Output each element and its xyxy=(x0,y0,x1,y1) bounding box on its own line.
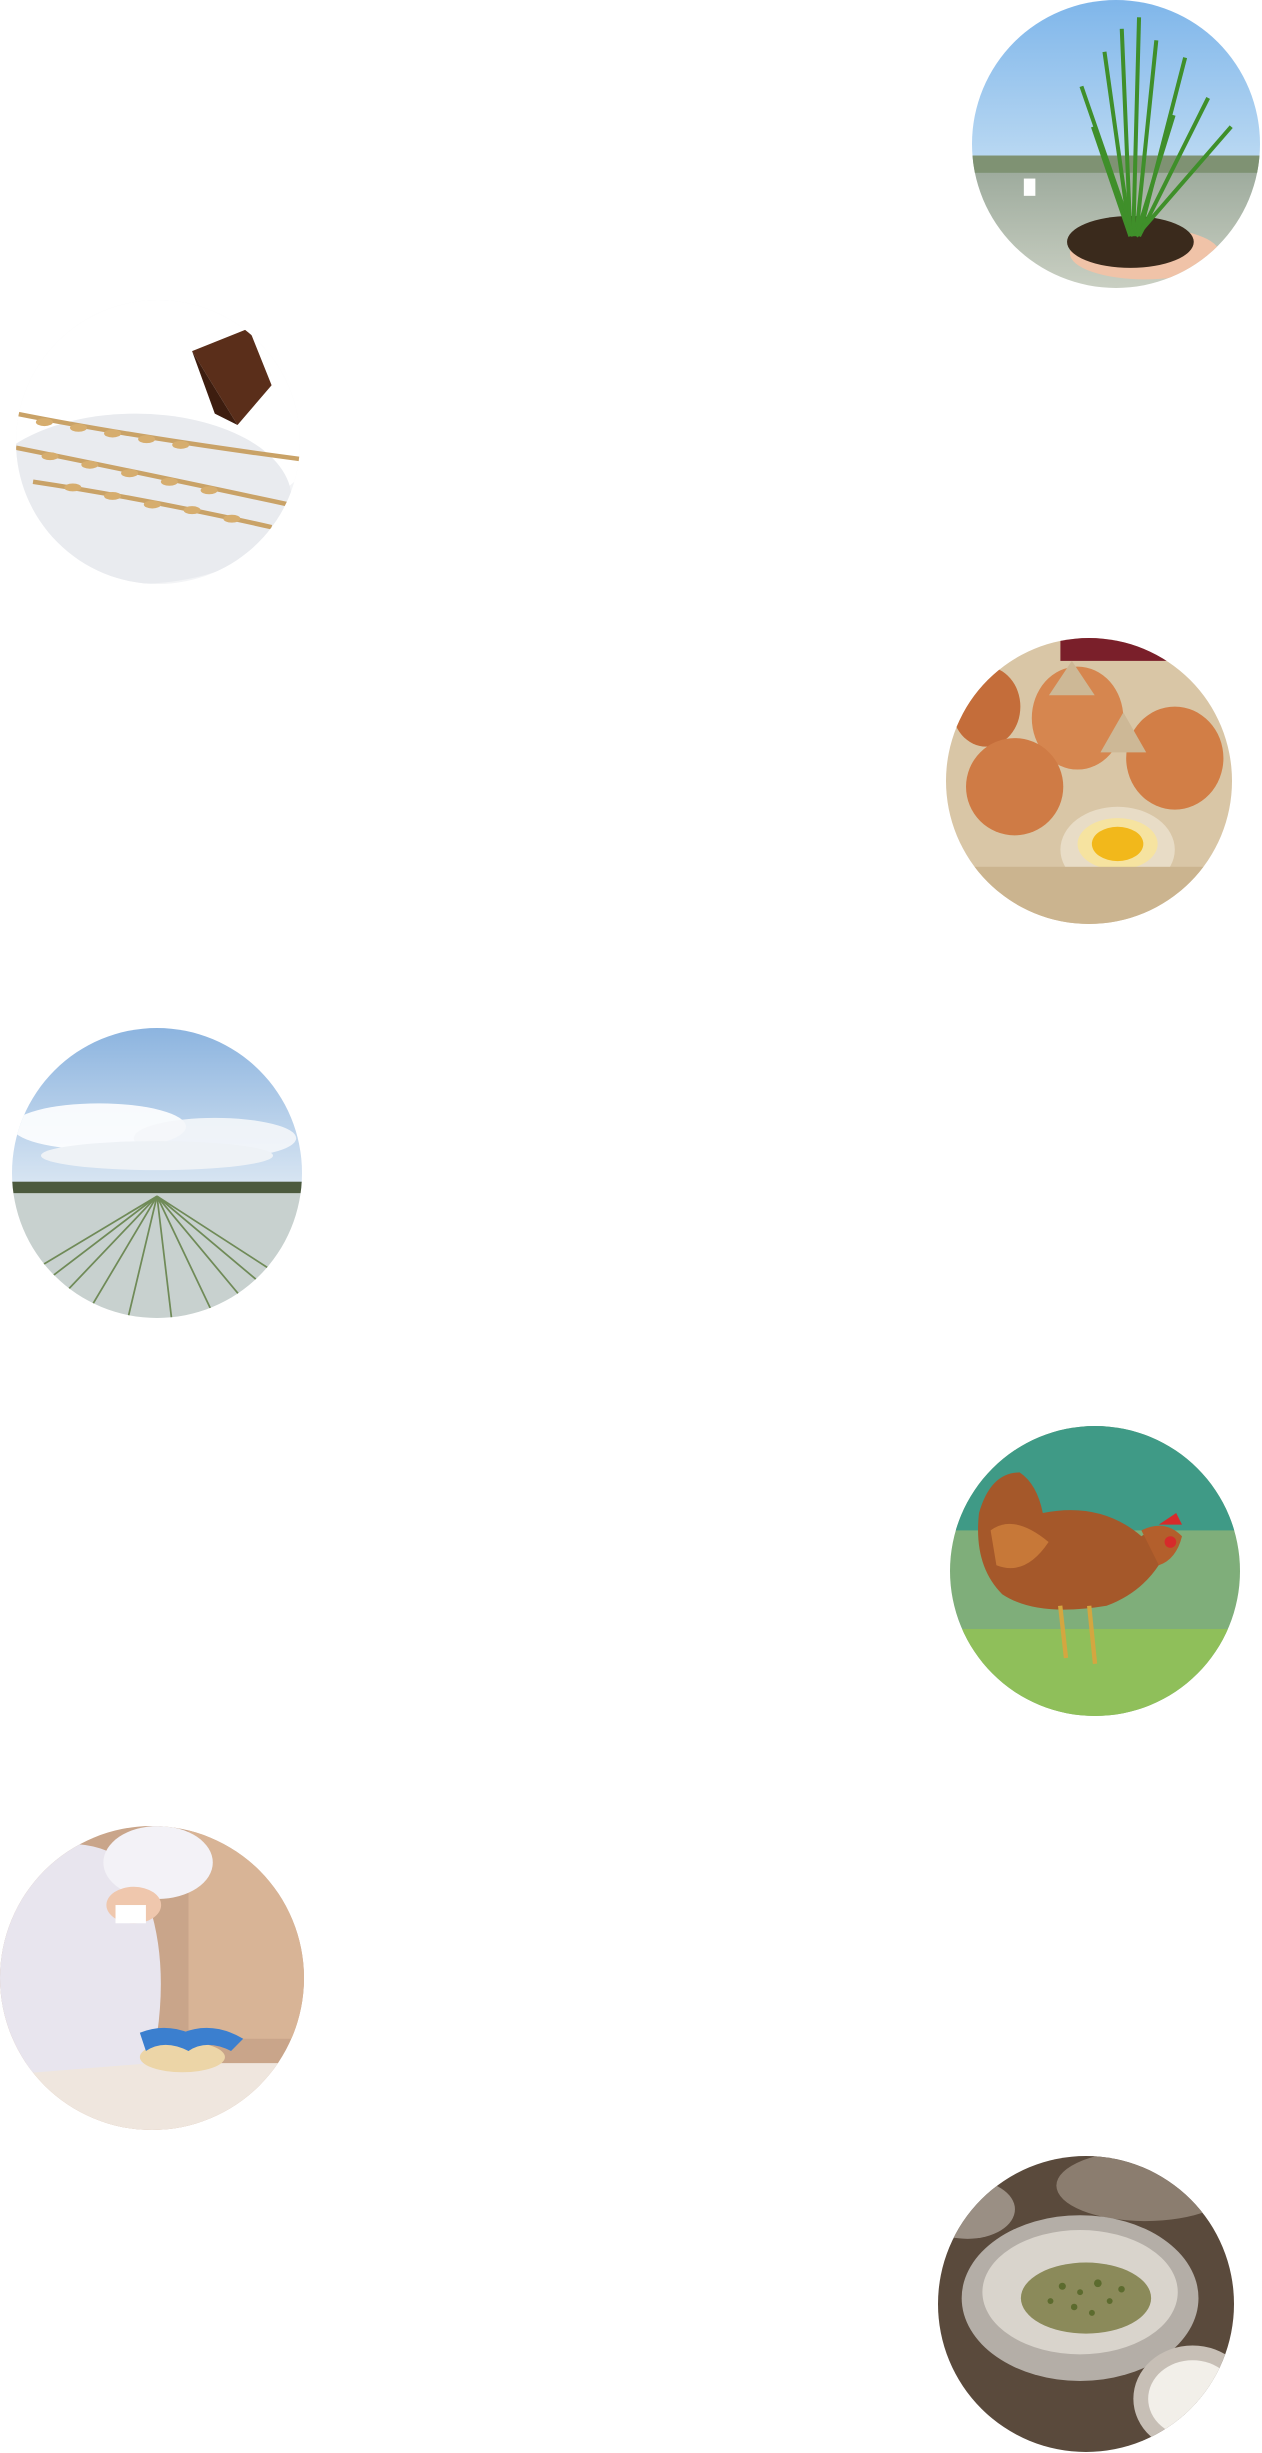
chicken-photo xyxy=(950,1426,1240,1716)
rice-paddy-photo xyxy=(12,1028,302,1318)
eggs-photo xyxy=(946,638,1232,924)
baker-photo xyxy=(0,1826,304,2130)
herbs-bowl-photo xyxy=(938,2156,1234,2452)
rice-seedlings-photo xyxy=(972,0,1260,288)
page xyxy=(0,0,1262,2453)
rice-flour-photo xyxy=(16,300,300,584)
